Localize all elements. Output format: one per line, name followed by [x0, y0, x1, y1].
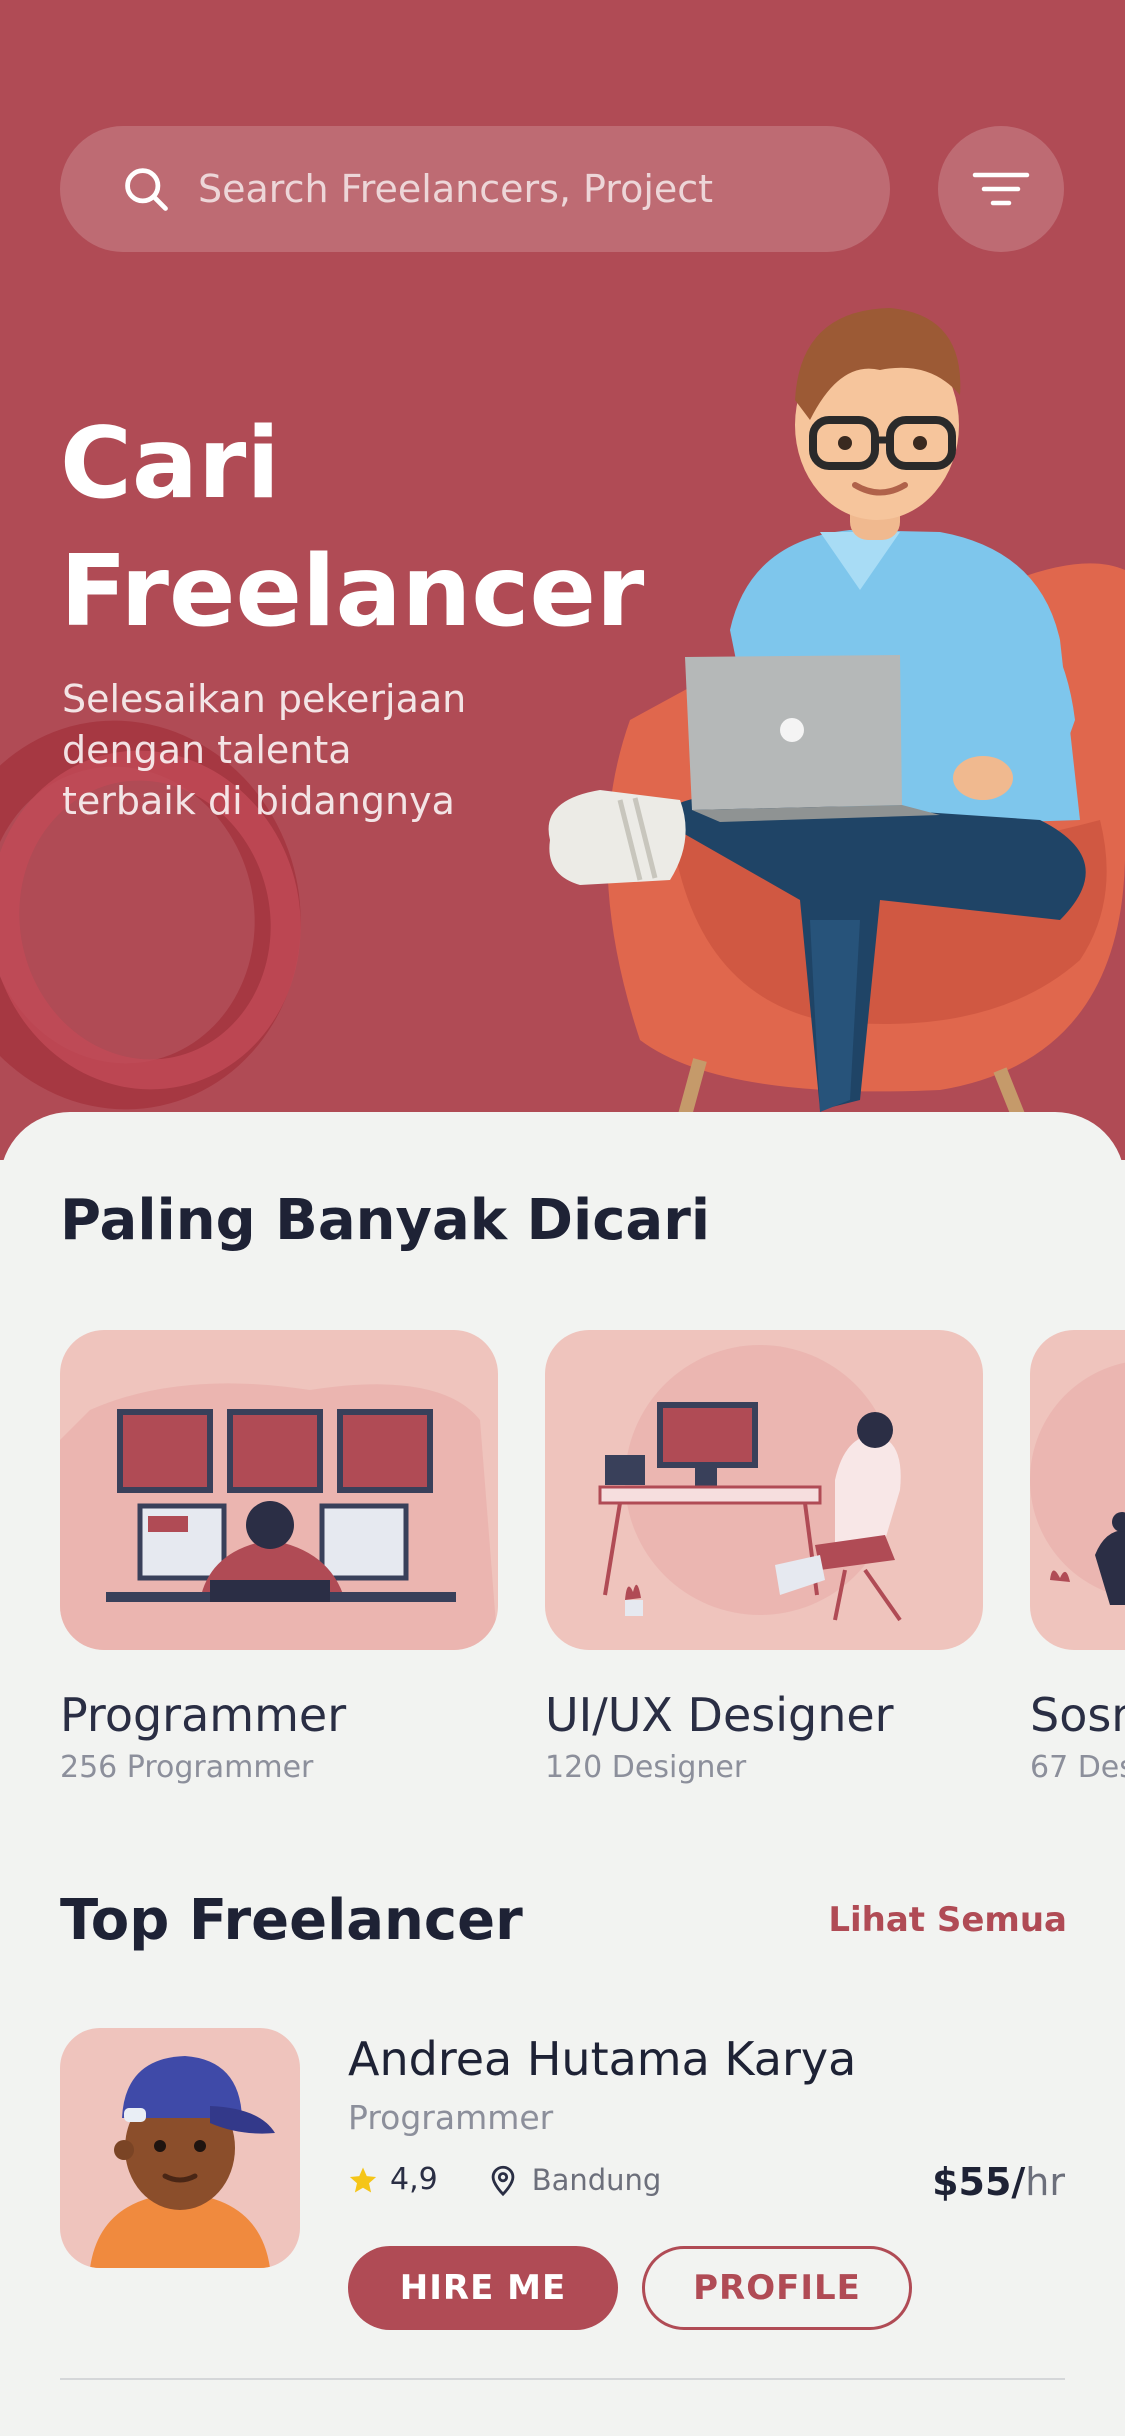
section-title-top-freelancer: Top Freelancer	[60, 1888, 523, 1953]
category-count: 120 Designer	[545, 1750, 747, 1785]
see-all-link[interactable]: Lihat Semua	[828, 1900, 1067, 1940]
freelancer-card[interactable]: Andrea Hutama Karya Programmer 4,9 Bandu…	[60, 2028, 1065, 2338]
hourly-rate: $55/hr	[932, 2160, 1065, 2204]
profile-button[interactable]: PROFILE	[642, 2246, 912, 2330]
location-pin-icon	[491, 2165, 515, 2196]
filter-icon	[972, 172, 1030, 206]
list-divider	[60, 2378, 1065, 2380]
hire-me-button[interactable]: HIRE ME	[348, 2246, 618, 2330]
category-name: UI/UX Designer	[545, 1688, 894, 1742]
search-icon	[125, 168, 168, 211]
freelancer-illustration	[548, 308, 1125, 1160]
location-text: Bandung	[531, 2162, 662, 2197]
category-count: 256 Programmer	[60, 1750, 314, 1785]
category-card-uiux-designer[interactable]: UI/UX Designer 120 Designer	[545, 1330, 983, 1785]
avatar	[60, 2028, 300, 2268]
freelancer-name: Andrea Hutama Karya	[348, 2032, 857, 2086]
category-card-programmer[interactable]: Programmer 256 Programmer	[60, 1330, 498, 1785]
rating-value: 4,9	[390, 2162, 438, 2197]
designer-illustration	[545, 1330, 983, 1650]
category-card-sosmed[interactable]: Sosm 67 Des	[1030, 1330, 1125, 1785]
freelancer-meta: 4,9 Bandung	[348, 2162, 661, 2197]
programmer-illustration	[60, 1330, 498, 1650]
filter-button[interactable]	[938, 126, 1064, 252]
section-title-popular: Paling Banyak Dicari	[60, 1188, 711, 1253]
category-count: 67 Des	[1030, 1750, 1125, 1785]
search-bar[interactable]	[60, 126, 890, 252]
category-carousel[interactable]: Programmer 256 Programmer UI/UX Designer…	[60, 1330, 1125, 1810]
category-name: Programmer	[60, 1688, 347, 1742]
search-input[interactable]	[196, 166, 840, 212]
category-name: Sosm	[1030, 1688, 1125, 1742]
social-media-illustration	[1030, 1330, 1125, 1650]
star-icon	[349, 2167, 377, 2192]
hero-subtitle: Selesaikan pekerjaan dengan talenta terb…	[62, 677, 467, 823]
freelancer-role: Programmer	[348, 2098, 554, 2137]
hero-banner: Cari Freelancer Selesaikan pekerjaan den…	[0, 0, 1125, 1160]
